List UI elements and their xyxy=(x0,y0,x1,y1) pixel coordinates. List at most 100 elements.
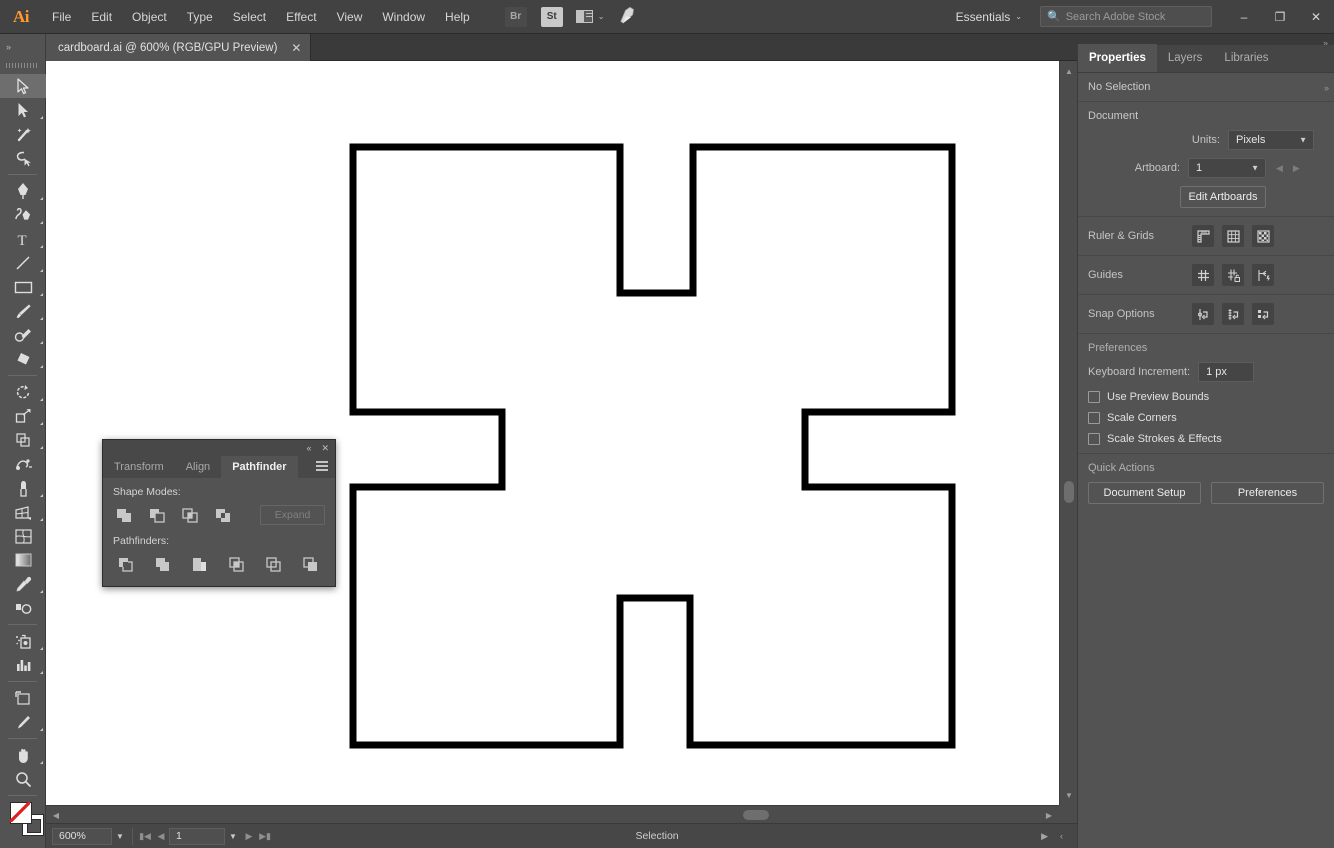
cardboard-box-dieline[interactable] xyxy=(46,61,1059,805)
minus-front-button[interactable] xyxy=(146,504,170,526)
status-resize-icon[interactable]: ‹ xyxy=(1060,831,1063,841)
tab-properties[interactable]: Properties xyxy=(1078,44,1157,72)
rocket-icon[interactable] xyxy=(617,5,640,29)
mesh-tool[interactable] xyxy=(0,524,46,548)
magic-wand-tool[interactable] xyxy=(0,122,46,146)
type-tool[interactable]: T xyxy=(0,227,46,251)
artboard-select[interactable]: 1 ▼ xyxy=(1188,158,1266,178)
status-text[interactable]: Selection xyxy=(273,830,1041,842)
artboard-dropdown-icon[interactable]: ▼ xyxy=(225,828,241,845)
column-graph-tool[interactable] xyxy=(0,653,46,677)
snap-to-pixel-icon[interactable] xyxy=(1252,303,1274,325)
intersect-button[interactable] xyxy=(179,504,203,526)
divide-button[interactable] xyxy=(113,553,138,575)
crop-button[interactable] xyxy=(224,553,249,575)
menu-select[interactable]: Select xyxy=(223,0,276,34)
document-tab[interactable]: cardboard.ai @ 600% (RGB/GPU Preview) ✕ xyxy=(46,34,312,61)
checkbox-box[interactable] xyxy=(1088,433,1100,445)
toolbar-drag-handle[interactable] xyxy=(6,60,39,71)
prev-artboard-icon[interactable]: ◀ xyxy=(153,831,169,842)
show-rulers-icon[interactable] xyxy=(1192,225,1214,247)
checkbox-box[interactable] xyxy=(1088,391,1100,403)
checkbox-box[interactable] xyxy=(1088,412,1100,424)
eraser-tool[interactable] xyxy=(0,347,46,371)
scale-strokes-effects-checkbox[interactable]: Scale Strokes & Effects xyxy=(1088,433,1324,445)
artboard-number-input[interactable]: 1 xyxy=(169,827,225,845)
pathfinder-panel[interactable]: « ✕ Transform Align Pathfinder Shape Mod… xyxy=(102,439,336,587)
menu-help[interactable]: Help xyxy=(435,0,480,34)
use-preview-bounds-checkbox[interactable]: Use Preview Bounds xyxy=(1088,391,1324,403)
menu-object[interactable]: Object xyxy=(122,0,177,34)
vertical-scrollbar[interactable]: ▲ ▼ xyxy=(1059,61,1077,805)
panel-menu-icon[interactable] xyxy=(316,461,328,471)
next-artboard-icon[interactable]: ▶ xyxy=(241,831,257,842)
bridge-icon[interactable]: Br xyxy=(504,6,527,27)
scroll-down-icon[interactable]: ▼ xyxy=(1060,787,1078,803)
artboard-canvas[interactable] xyxy=(46,61,1059,805)
last-artboard-icon[interactable]: ▶▮ xyxy=(257,831,273,842)
eyedropper-tool[interactable] xyxy=(0,572,46,596)
preferences-button[interactable]: Preferences xyxy=(1211,482,1324,504)
tab-align[interactable]: Align xyxy=(175,456,221,478)
close-icon[interactable]: ✕ xyxy=(321,443,329,454)
show-guides-icon[interactable] xyxy=(1192,264,1214,286)
document-setup-button[interactable]: Document Setup xyxy=(1088,482,1201,504)
units-select[interactable]: Pixels ▼ xyxy=(1228,130,1314,150)
zoom-dropdown-icon[interactable]: ▼ xyxy=(112,828,128,845)
toolbar-expand-button[interactable]: » xyxy=(0,34,45,60)
shaper-pencil-tool[interactable] xyxy=(0,323,46,347)
menu-effect[interactable]: Effect xyxy=(276,0,326,34)
unite-button[interactable] xyxy=(113,504,137,526)
tab-libraries[interactable]: Libraries xyxy=(1213,44,1279,72)
first-artboard-icon[interactable]: ▮◀ xyxy=(137,831,153,842)
scroll-up-icon[interactable]: ▲ xyxy=(1060,63,1078,79)
search-input[interactable]: 🔍 Search Adobe Stock xyxy=(1040,6,1212,27)
smart-guides-icon[interactable] xyxy=(1192,303,1214,325)
rectangle-tool[interactable] xyxy=(0,275,46,299)
show-transparency-grid-icon[interactable] xyxy=(1252,225,1274,247)
tab-transform[interactable]: Transform xyxy=(103,456,175,478)
prev-artboard-icon[interactable]: ◀ xyxy=(1276,163,1283,174)
show-grid-icon[interactable] xyxy=(1222,225,1244,247)
outline-button[interactable] xyxy=(261,553,286,575)
width-tool[interactable] xyxy=(0,428,46,452)
tab-pathfinder[interactable]: Pathfinder xyxy=(221,456,298,478)
merge-button[interactable] xyxy=(187,553,212,575)
menu-window[interactable]: Window xyxy=(372,0,435,34)
zoom-level-input[interactable]: 600% xyxy=(52,827,112,845)
release-guides-icon[interactable] xyxy=(1252,264,1274,286)
horizontal-scroll-thumb[interactable] xyxy=(743,810,769,820)
vertical-scroll-thumb[interactable] xyxy=(1064,481,1074,503)
fill-swatch[interactable] xyxy=(10,802,32,824)
blend-tool[interactable] xyxy=(0,596,46,620)
next-artboard-icon[interactable]: ▶ xyxy=(1293,163,1300,174)
slice-tool[interactable] xyxy=(0,710,46,734)
gradient-tool[interactable] xyxy=(0,548,46,572)
collapse-icon[interactable]: « xyxy=(306,443,311,453)
status-menu-icon[interactable]: ▶ xyxy=(1041,831,1048,842)
close-icon[interactable]: ✕ xyxy=(291,41,301,55)
menu-view[interactable]: View xyxy=(327,0,373,34)
tab-layers[interactable]: Layers xyxy=(1157,44,1214,72)
close-button[interactable]: ✕ xyxy=(1298,0,1334,34)
scale-tool[interactable] xyxy=(0,404,46,428)
hand-tool[interactable] xyxy=(0,743,46,767)
exclude-button[interactable] xyxy=(211,504,235,526)
lock-guides-icon[interactable] xyxy=(1222,264,1244,286)
arrange-documents-button[interactable]: ⌄ xyxy=(575,10,604,23)
shape-builder-tool[interactable] xyxy=(0,476,46,500)
scroll-left-icon[interactable]: ◀ xyxy=(48,806,64,824)
scroll-right-icon[interactable]: ▶ xyxy=(1041,806,1057,824)
snap-to-grid-icon[interactable] xyxy=(1222,303,1244,325)
direct-selection-tool[interactable] xyxy=(0,98,46,122)
workspace-switcher[interactable]: Essentials ⌄ xyxy=(946,5,1032,29)
curvature-tool[interactable] xyxy=(0,203,46,227)
menu-edit[interactable]: Edit xyxy=(81,0,122,34)
lasso-tool[interactable] xyxy=(0,146,46,170)
selection-tool[interactable] xyxy=(0,74,46,98)
menu-file[interactable]: File xyxy=(42,0,81,34)
artboard-tool[interactable] xyxy=(0,686,46,710)
panel-dock-collapse-icon[interactable]: » xyxy=(1324,83,1329,93)
trim-button[interactable] xyxy=(150,553,175,575)
horizontal-scrollbar[interactable]: ◀ ▶ xyxy=(46,805,1059,823)
